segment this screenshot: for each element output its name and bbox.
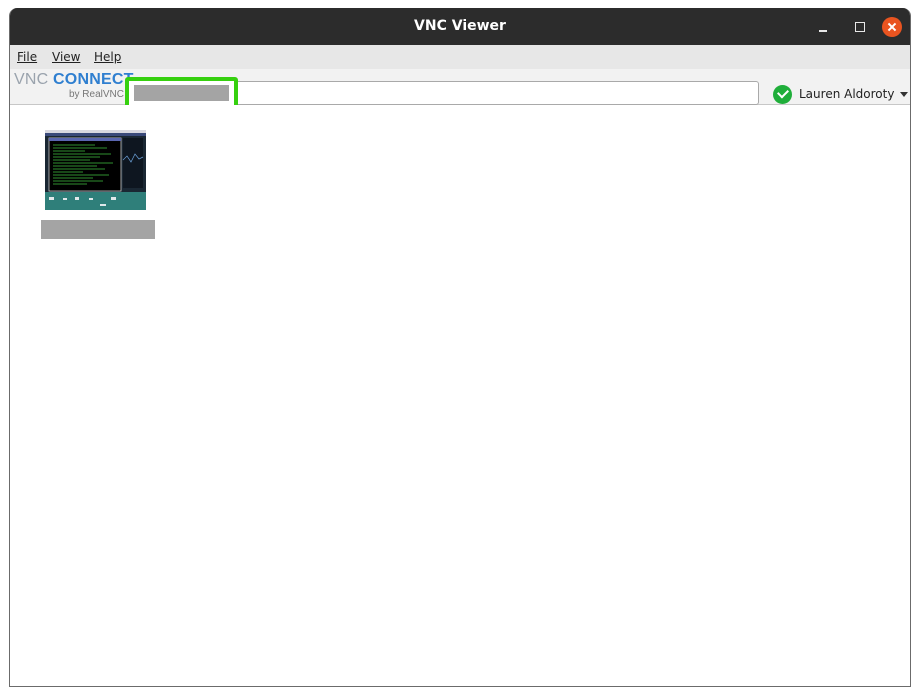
connection-name-redacted bbox=[41, 220, 155, 239]
menu-view[interactable]: View bbox=[52, 50, 80, 64]
address-book-panel bbox=[10, 105, 910, 686]
logo-byline: by RealVNC bbox=[68, 89, 124, 100]
vnc-connect-logo: VNC CONNECT by RealVNC bbox=[14, 71, 133, 103]
remote-desktop-thumbnail bbox=[45, 130, 146, 210]
vnc-viewer-window: VNC Viewer File View Help VNC CONNECT by… bbox=[9, 8, 911, 687]
menu-bar: File View Help bbox=[10, 45, 910, 69]
logo-connect-text: CONNECT bbox=[53, 71, 134, 88]
account-name: Lauren Aldoroty bbox=[799, 87, 895, 101]
menu-help[interactable]: Help bbox=[94, 50, 121, 64]
maximize-button[interactable] bbox=[850, 17, 870, 37]
menu-help-label: Help bbox=[94, 50, 122, 64]
window-title: VNC Viewer bbox=[414, 18, 506, 34]
menu-file-label: File bbox=[17, 50, 38, 64]
toolbar: VNC CONNECT by RealVNC Lauren Aldoroty bbox=[10, 69, 910, 109]
close-button[interactable] bbox=[882, 17, 902, 37]
chevron-down-icon bbox=[900, 91, 909, 97]
title-bar[interactable]: VNC Viewer bbox=[10, 8, 910, 45]
account-menu[interactable]: Lauren Aldoroty bbox=[773, 83, 909, 105]
check-circle-icon bbox=[773, 84, 792, 104]
redacted-search-text bbox=[134, 85, 229, 101]
menu-view-label: View bbox=[52, 50, 81, 64]
connection-tile[interactable] bbox=[41, 126, 155, 246]
minimize-button[interactable] bbox=[813, 17, 833, 37]
logo-vnc-text: VNC bbox=[14, 71, 49, 88]
menu-file[interactable]: File bbox=[17, 50, 37, 64]
